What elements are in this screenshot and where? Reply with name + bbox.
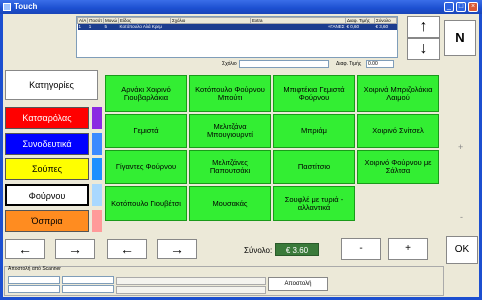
total-label: Σύνολο: <box>244 246 273 255</box>
title-bar: Touch <box>0 0 482 14</box>
cell-comment <box>170 23 251 30</box>
scanner-send-button[interactable]: Αποστολή <box>268 277 328 291</box>
category-prev-button[interactable]: ← <box>5 239 45 259</box>
scroll-down-button[interactable]: ↓ <box>407 38 440 60</box>
category-color-swatch <box>92 158 102 180</box>
arrow-down-icon: ↓ <box>419 40 428 57</box>
cell-index: 1 <box>77 23 88 30</box>
category-color-swatch <box>92 133 102 155</box>
product-button[interactable]: Γίγαντες Φούρνου <box>105 150 187 184</box>
total-value: € 3.60 <box>275 243 319 256</box>
arrow-right-icon: → <box>68 241 82 257</box>
product-button[interactable]: Παστίτσιο <box>273 150 355 184</box>
column-header[interactable]: Ποσότ <box>87 17 105 24</box>
column-header[interactable]: A/A <box>76 17 89 24</box>
scanner-status-field <box>116 277 266 285</box>
product-button[interactable]: Μπριάμ <box>273 114 355 148</box>
categories-header: Κατηγορίες <box>5 70 98 100</box>
maximize-button[interactable]: □ <box>456 2 466 12</box>
product-button[interactable]: Αρνάκι Χοιρινό Γιουβαρλάκια <box>105 75 187 112</box>
category-next-button[interactable]: → <box>55 239 95 259</box>
product-button[interactable]: Κοτόπουλο Φούρνου Μπούτι <box>189 75 271 112</box>
price-diff-input[interactable]: 0.00 <box>366 60 394 68</box>
ok-button[interactable]: OK <box>446 236 478 264</box>
scanner-input-2[interactable] <box>62 276 114 284</box>
table-row[interactable]: 1 1 5 Κοτόπουλο Αλά Κρεμ +ΓΑΝΕΣ € 0,60 €… <box>77 23 397 30</box>
scanner-label: Αποστολή από Scanner <box>8 266 61 272</box>
category-ospria[interactable]: Όσπρια <box>5 210 89 232</box>
product-button[interactable]: Χοιρινό Σνίτσελ <box>357 114 439 148</box>
comment-input[interactable] <box>239 60 329 68</box>
cell-item: Κοτόπουλο Αλά Κρεμ <box>118 23 171 30</box>
arrow-right-icon: → <box>170 241 184 257</box>
side-minus-marker[interactable]: - <box>460 212 463 222</box>
arrow-left-icon: ← <box>120 241 134 257</box>
product-button[interactable]: Μουσακάς <box>189 186 271 221</box>
category-color-swatch <box>92 107 102 129</box>
cell-total: € 3,60 <box>374 23 397 30</box>
cell-extra: +ΓΑΝΕΣ <box>250 23 346 30</box>
scanner-status-field <box>116 286 266 294</box>
comment-label: Σχόλιο <box>222 61 237 67</box>
product-button[interactable]: Μπιφτέκια Γεμιστά Φούρνου <box>273 75 355 112</box>
window-title: Touch <box>14 2 38 11</box>
scanner-input-1[interactable] <box>8 276 60 284</box>
cell-quantity: 1 <box>87 23 104 30</box>
category-color-swatch <box>92 210 102 232</box>
product-button[interactable]: Χοιρινό Φούρνου με Σάλτσα <box>357 150 439 184</box>
minimize-button[interactable]: _ <box>444 2 454 12</box>
decrease-quantity-button[interactable]: - <box>341 238 381 260</box>
category-katsarolas[interactable]: Κατσαρόλας <box>5 107 89 129</box>
scanner-input-3[interactable] <box>8 285 60 293</box>
arrow-up-icon: ↑ <box>419 18 428 35</box>
product-prev-button[interactable]: ← <box>107 239 147 259</box>
category-synodeftika[interactable]: Συνοδευτικά <box>5 133 89 155</box>
product-button[interactable]: Σουφλέ με τυριά - αλλαντικά <box>273 186 355 221</box>
cell-unit: 5 <box>103 23 119 30</box>
close-button[interactable]: × <box>468 2 478 12</box>
category-color-swatch <box>92 184 102 206</box>
product-button[interactable]: Χοιρινά Μπριζολάκια Λαιμού <box>357 75 439 112</box>
product-next-button[interactable]: → <box>157 239 197 259</box>
product-button[interactable]: Γεμιστά <box>105 114 187 148</box>
increase-quantity-button[interactable]: + <box>388 238 428 260</box>
cell-price-diff: € 0,60 <box>345 23 375 30</box>
column-header[interactable]: Μονώ <box>103 17 120 24</box>
new-order-button[interactable]: N <box>444 20 476 56</box>
arrow-left-icon: ← <box>18 241 32 257</box>
scanner-input-4[interactable] <box>62 285 114 293</box>
category-fournou[interactable]: Φούρνου <box>5 184 89 206</box>
product-button[interactable]: Μελιτζάνες Παπουτσάκι <box>189 150 271 184</box>
order-grid[interactable]: A/A Ποσότ Μονώ Είδος Σχόλιο Extra Διαφ. … <box>76 16 398 58</box>
side-plus-marker[interactable]: + <box>458 142 463 152</box>
product-button[interactable]: Μελιτζάνα Μπουγιουρντί <box>189 114 271 148</box>
scroll-up-button[interactable]: ↑ <box>407 16 440 38</box>
price-diff-label: Διαφ. Τιμής <box>336 61 362 67</box>
app-icon <box>3 3 11 11</box>
product-button[interactable]: Κοτόπουλο Γιουβέτσι <box>105 186 187 221</box>
category-soupes[interactable]: Σούπες <box>5 158 89 180</box>
